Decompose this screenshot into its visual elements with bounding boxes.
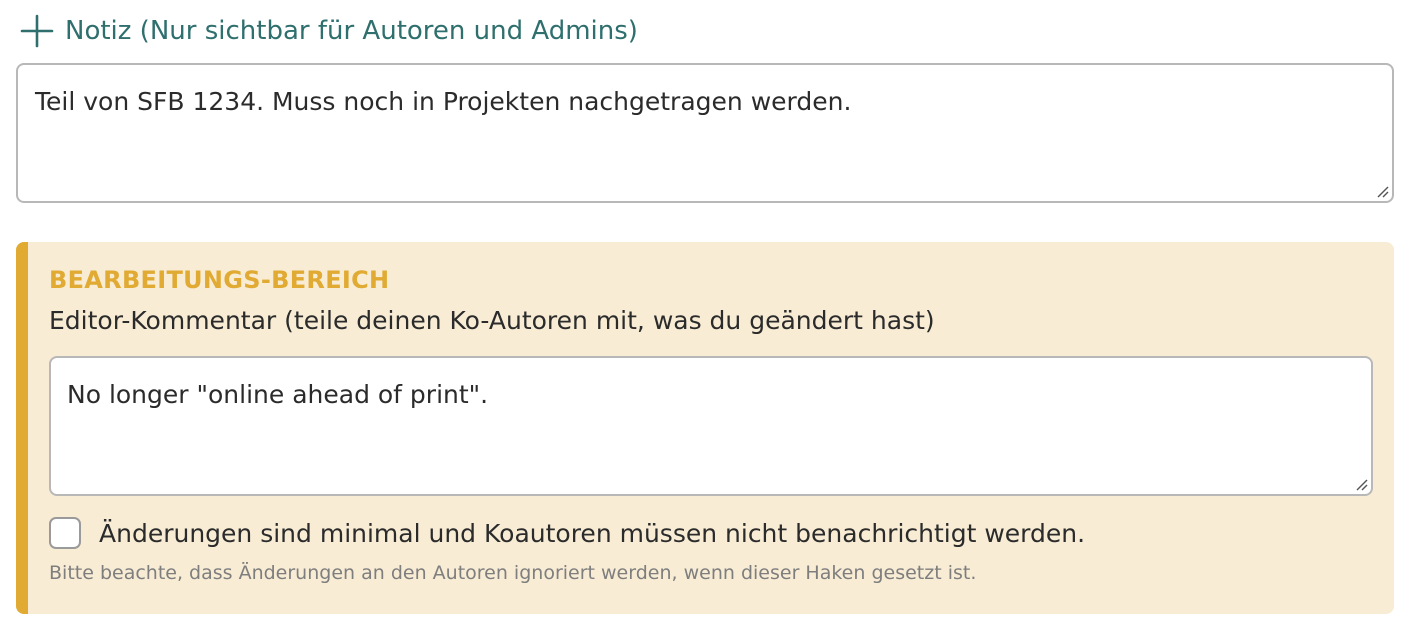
add-note-toggle[interactable]: Notiz (Nur sichtbar für Autoren und Admi…	[20, 12, 638, 50]
minor-change-label[interactable]: Änderungen sind minimal und Koautoren mü…	[99, 519, 1085, 548]
editor-comment-textarea[interactable]: No longer "online ahead of print".	[49, 356, 1373, 496]
minor-change-checkbox[interactable]	[49, 517, 81, 549]
note-textarea-value: Teil von SFB 1234. Muss noch in Projekte…	[35, 87, 852, 116]
minor-change-row[interactable]: Änderungen sind minimal und Koautoren mü…	[49, 514, 1085, 552]
minor-change-hint: Bitte beachte, dass Änderungen an den Au…	[49, 562, 977, 584]
editing-area-title: BEARBEITUNGS-BEREICH	[49, 266, 390, 294]
editing-area: BEARBEITUNGS-BEREICH Editor-Kommentar (t…	[16, 242, 1394, 614]
editor-comment-value: No longer "online ahead of print".	[67, 380, 489, 409]
note-textarea[interactable]: Teil von SFB 1234. Muss noch in Projekte…	[16, 63, 1394, 203]
add-note-label: Notiz (Nur sichtbar für Autoren und Admi…	[65, 16, 638, 46]
editor-comment-label: Editor-Kommentar (teile deinen Ko-Autore…	[49, 306, 935, 335]
resize-handle-icon[interactable]	[1375, 184, 1389, 198]
resize-handle-icon[interactable]	[1354, 477, 1368, 491]
plus-icon	[20, 14, 54, 48]
